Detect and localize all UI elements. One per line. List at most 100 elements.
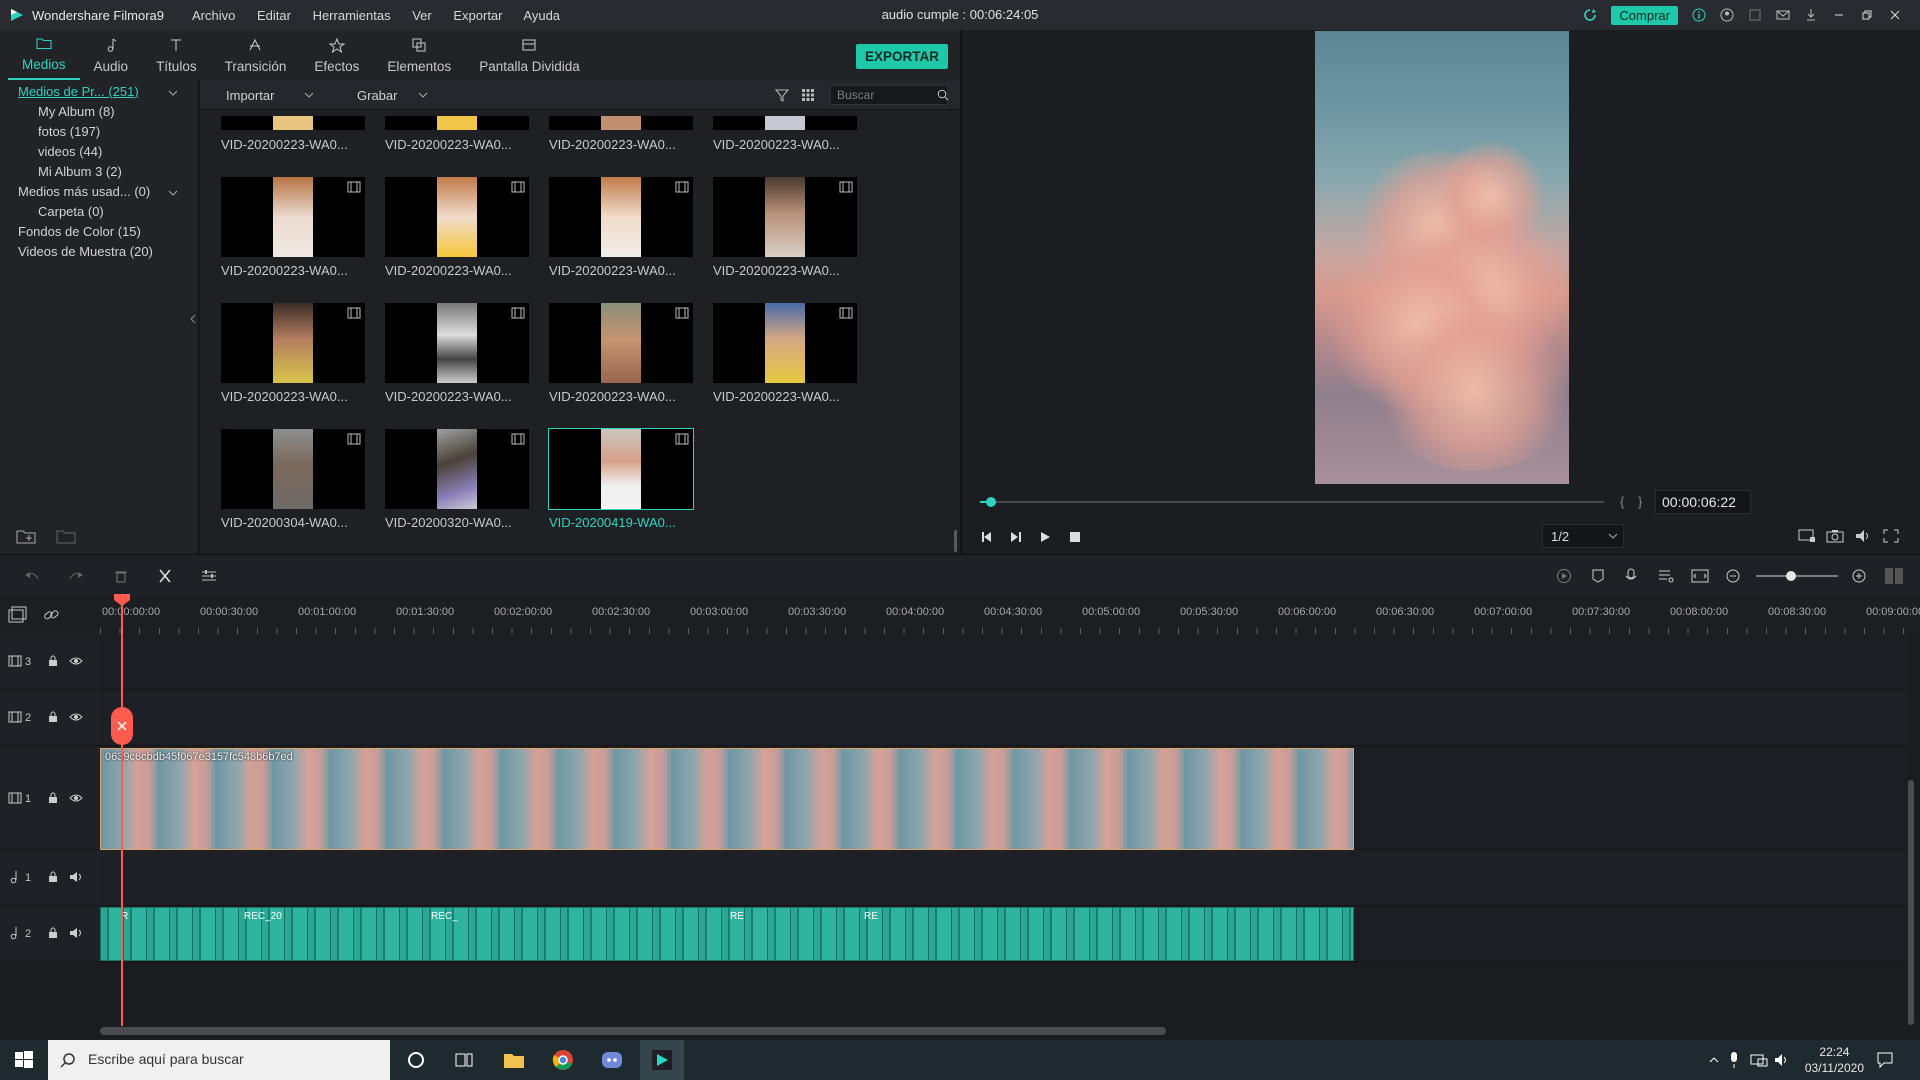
eye-icon[interactable] xyxy=(69,711,83,723)
cortana-icon[interactable] xyxy=(404,1048,428,1072)
zoom-out-icon[interactable] xyxy=(1726,569,1740,583)
eye-icon[interactable] xyxy=(69,792,83,804)
sync-icon[interactable] xyxy=(1583,8,1597,22)
media-thumbnail[interactable] xyxy=(221,429,365,509)
lock-icon[interactable] xyxy=(47,711,59,723)
video-clip[interactable]: 0639c6cbdb45f067e3157fc548b6b7ed xyxy=(100,748,1354,850)
play-icon[interactable] xyxy=(1038,530,1052,544)
chevron-down-icon[interactable] xyxy=(304,91,314,99)
lock-icon[interactable] xyxy=(47,927,59,939)
adjust-icon[interactable] xyxy=(201,569,217,583)
tab-medios[interactable]: Medios xyxy=(8,34,80,80)
media-thumbnail[interactable] xyxy=(549,116,693,130)
chevron-down-icon[interactable] xyxy=(1608,532,1618,540)
chevron-down-icon[interactable] xyxy=(168,88,178,98)
timeline-vertical-scrollbar[interactable] xyxy=(1908,780,1914,1025)
media-thumbnail[interactable] xyxy=(221,303,365,383)
zoom-slider-knob[interactable] xyxy=(1786,571,1796,581)
media-thumbnail[interactable] xyxy=(385,429,529,509)
fit-timeline-icon[interactable] xyxy=(1691,568,1709,584)
render-preview-icon[interactable] xyxy=(1556,568,1572,584)
chevron-up-icon[interactable] xyxy=(1708,1054,1720,1066)
close-icon[interactable] xyxy=(1888,8,1902,22)
display-settings-icon[interactable] xyxy=(1798,528,1816,544)
menu-ayuda[interactable]: Ayuda xyxy=(523,8,560,23)
track-video-2[interactable] xyxy=(100,690,1908,746)
media-thumbnail[interactable] xyxy=(385,303,529,383)
chevron-down-icon[interactable] xyxy=(418,91,428,99)
record-dropdown[interactable]: Grabar xyxy=(357,88,397,103)
file-explorer-icon[interactable] xyxy=(502,1048,526,1072)
lock-icon[interactable] xyxy=(47,871,59,883)
chrome-icon[interactable] xyxy=(551,1048,575,1072)
volume-icon[interactable] xyxy=(1854,528,1872,544)
mark-in-icon[interactable]: { xyxy=(1620,494,1624,509)
snapshot-icon[interactable] xyxy=(1826,528,1844,544)
network-icon[interactable] xyxy=(1750,1052,1768,1068)
new-folder-icon[interactable] xyxy=(16,528,36,544)
library-item-videos[interactable]: videos (44) xyxy=(38,144,102,159)
menu-exportar[interactable]: Exportar xyxy=(453,8,502,23)
download-icon[interactable] xyxy=(1804,8,1818,22)
redo-icon[interactable] xyxy=(68,569,84,583)
track-video-3[interactable] xyxy=(100,634,1908,690)
taskbar-active-app[interactable] xyxy=(640,1040,684,1080)
volume-tray-icon[interactable] xyxy=(1774,1052,1790,1068)
media-thumbnail-selected[interactable] xyxy=(548,428,694,510)
tab-audio[interactable]: Audio xyxy=(80,34,143,80)
media-thumbnail[interactable] xyxy=(385,177,529,257)
task-view-icon[interactable] xyxy=(452,1048,476,1072)
fullscreen-icon[interactable] xyxy=(1882,528,1900,544)
layout-toggle-icon[interactable] xyxy=(1884,567,1904,585)
menu-editar[interactable]: Editar xyxy=(257,8,291,23)
menu-ver[interactable]: Ver xyxy=(412,8,432,23)
tab-efectos[interactable]: Efectos xyxy=(300,34,373,80)
system-clock[interactable]: 22:24 03/11/2020 xyxy=(1805,1044,1864,1076)
microphone-tray-icon[interactable] xyxy=(1728,1051,1740,1069)
minimize-icon[interactable] xyxy=(1832,8,1846,22)
track-video-1[interactable]: 0639c6cbdb45f067e3157fc548b6b7ed xyxy=(100,746,1908,850)
playhead-knob[interactable] xyxy=(986,497,996,507)
library-item-color-backgrounds[interactable]: Fondos de Color (15) xyxy=(18,224,141,239)
filter-icon[interactable] xyxy=(775,88,789,102)
voiceover-list-icon[interactable] xyxy=(1658,568,1674,584)
marker-icon[interactable] xyxy=(1591,568,1605,584)
mail-icon[interactable] xyxy=(1776,8,1790,22)
media-thumbnail[interactable] xyxy=(713,116,857,130)
previous-frame-icon[interactable] xyxy=(980,530,994,544)
library-item-most-used[interactable]: Medios más usad... (0) xyxy=(18,184,150,199)
tab-pantalla-dividida[interactable]: Pantalla Dividida xyxy=(465,34,594,80)
media-thumbnail[interactable] xyxy=(549,303,693,383)
library-item-sample-videos[interactable]: Videos de Muestra (20) xyxy=(18,244,153,259)
library-item-fotos[interactable]: fotos (197) xyxy=(38,124,100,139)
export-button[interactable]: EXPORTAR xyxy=(855,44,948,69)
info-icon[interactable] xyxy=(1692,8,1706,22)
restore-icon[interactable] xyxy=(1860,8,1874,22)
stop-icon[interactable] xyxy=(1068,530,1082,544)
library-item-mi-album-3[interactable]: Mi Album 3 (2) xyxy=(38,164,122,179)
library-item-my-album[interactable]: My Album (8) xyxy=(38,104,115,119)
account-icon[interactable] xyxy=(1720,8,1734,22)
menu-archivo[interactable]: Archivo xyxy=(192,8,235,23)
eye-icon[interactable] xyxy=(69,655,83,667)
chevron-down-icon[interactable] xyxy=(168,188,178,198)
timeline-horizontal-scrollbar[interactable] xyxy=(100,1027,1166,1035)
media-scrollbar[interactable] xyxy=(954,530,957,552)
buy-button[interactable]: Comprar xyxy=(1611,5,1678,25)
timeline-playhead[interactable] xyxy=(121,596,123,1026)
menu-herramientas[interactable]: Herramientas xyxy=(313,8,391,23)
audio-clip-group[interactable]: R REC_20 REC_ RE RE xyxy=(100,907,1354,961)
tab-elementos[interactable]: Elementos xyxy=(373,34,465,80)
media-thumbnail[interactable] xyxy=(713,177,857,257)
taskbar-search-input[interactable]: Escribe aquí para buscar xyxy=(48,1040,390,1080)
notifications-icon[interactable] xyxy=(1876,1051,1894,1069)
import-dropdown[interactable]: Importar xyxy=(226,88,274,103)
track-audio-2[interactable]: R REC_20 REC_ RE RE xyxy=(100,906,1908,962)
media-thumbnail[interactable] xyxy=(221,116,365,130)
tab-transicion[interactable]: Transición xyxy=(211,34,301,80)
cut-icon[interactable] xyxy=(157,568,173,584)
speaker-icon[interactable] xyxy=(69,927,83,939)
discord-icon[interactable] xyxy=(600,1048,624,1072)
delete-folder-icon[interactable] xyxy=(56,528,76,544)
undo-icon[interactable] xyxy=(24,569,40,583)
